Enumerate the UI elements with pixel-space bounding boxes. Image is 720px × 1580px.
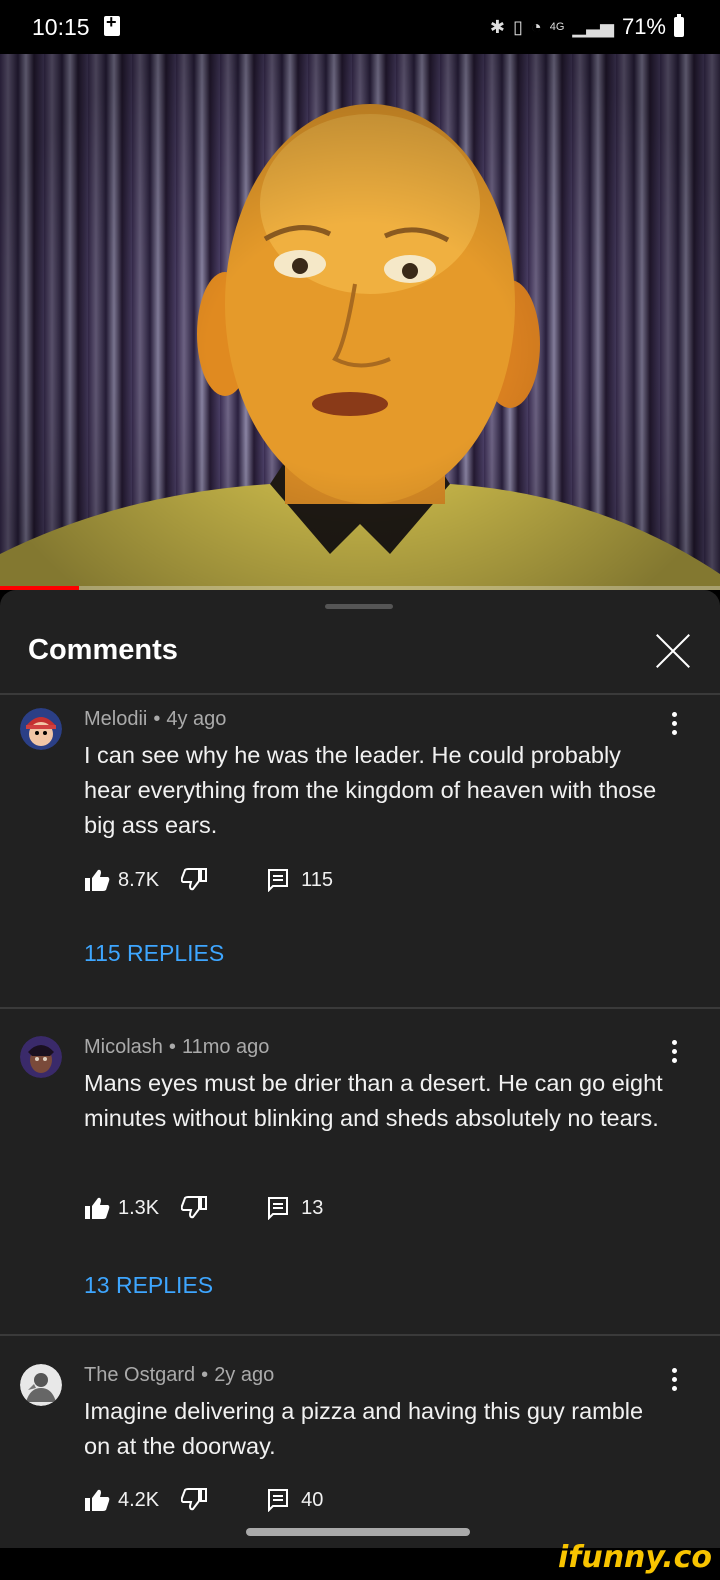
reply-count: 13 (301, 1196, 324, 1219)
watermark: ifunny.co (558, 1540, 712, 1575)
video-player[interactable] (0, 54, 720, 590)
divider (0, 1334, 720, 1336)
thumbs-down-icon (181, 1488, 208, 1511)
reply-button[interactable]: 40 (267, 1488, 323, 1512)
signal-icon: ▁▃▅ (572, 16, 614, 37)
status-icons: ✱ ▯ ◔ 4G ▁▃▅ 71% (490, 14, 684, 40)
thumbs-down-icon (181, 1196, 208, 1219)
comment-meta: Melodii • 4y ago (84, 708, 227, 730)
comment-age: 2y ago (214, 1364, 275, 1386)
comment-item: Melodii • 4y ago I can see why he was the … (0, 694, 720, 1007)
network-type: 4G (549, 21, 565, 33)
comment-icon (268, 1197, 289, 1220)
vibrate-icon: ▯ (512, 16, 523, 37)
comment-text: I can see why he was the leader. He coul… (84, 742, 657, 838)
reply-count: 40 (301, 1488, 324, 1511)
comment-icon (268, 869, 289, 892)
reply-button[interactable]: 115 (267, 868, 333, 892)
comment-author[interactable]: The Ostgard (84, 1364, 195, 1386)
reply-count: 115 (301, 868, 334, 891)
status-time: 10:15 (32, 14, 90, 40)
comments-panel: Comments Melodii • 4y ago I can see why he… (0, 590, 720, 1548)
panel-title: Comments (28, 634, 178, 666)
like-button[interactable]: 8.7K (84, 868, 159, 892)
thumbs-up-icon (85, 1197, 110, 1219)
comment-age: 4y ago (166, 708, 227, 730)
avatar[interactable] (20, 1036, 62, 1078)
comment-text: Mans eyes must be drier than a desert. H… (84, 1070, 663, 1131)
like-count: 4.2K (118, 1488, 160, 1511)
comment-text: Imagine delivering a pizza and having th… (84, 1398, 644, 1459)
comment-meta: The Ostgard • 2y ago (84, 1364, 275, 1386)
comment-meta: Micolash • 11mo ago (84, 1036, 270, 1058)
view-replies-link[interactable]: 115 REPLIES (84, 940, 224, 967)
comment-item: The Ostgard • 2y ago Imagine delivering a … (0, 1350, 720, 1548)
close-icon[interactable] (652, 630, 694, 672)
home-indicator[interactable] (246, 1528, 470, 1536)
dislike-button[interactable] (181, 868, 208, 892)
comment-actions: 8.7K 115 (84, 868, 333, 892)
comment-actions: 4.2K 40 (84, 1488, 323, 1512)
thumbs-up-icon (85, 1489, 110, 1511)
notification-icon (104, 12, 120, 36)
bluetooth-icon: ✱ (489, 16, 505, 37)
comment-author[interactable]: Micolash (84, 1036, 163, 1058)
comment-age: 11mo ago (181, 1036, 270, 1058)
battery-percent: 71% (621, 14, 666, 39)
like-button[interactable]: 4.2K (84, 1488, 159, 1512)
avatar[interactable] (20, 708, 62, 750)
drag-handle[interactable] (325, 604, 393, 609)
video-vignette (0, 54, 720, 590)
wifi-icon: ◔ (530, 16, 542, 37)
thumbs-up-icon (85, 869, 110, 891)
like-button[interactable]: 1.3K (84, 1196, 159, 1220)
dislike-button[interactable] (181, 1488, 208, 1512)
comment-actions: 1.3K 13 (84, 1196, 323, 1220)
battery-icon (674, 14, 684, 37)
like-count: 8.7K (118, 868, 160, 891)
comment-icon (268, 1489, 289, 1512)
avatar[interactable] (20, 1364, 62, 1406)
comment-item: Micolash • 11mo ago Mans eyes must be drie… (0, 1022, 720, 1333)
thumbs-down-icon (181, 868, 208, 891)
dislike-button[interactable] (181, 1196, 208, 1220)
view-replies-link[interactable]: 13 REPLIES (84, 1272, 213, 1299)
like-count: 1.3K (118, 1196, 160, 1219)
divider (0, 1007, 720, 1009)
comment-author[interactable]: Melodii (84, 708, 147, 730)
reply-button[interactable]: 13 (267, 1196, 323, 1220)
status-bar: 10:15 ✱ ▯ ◔ 4G ▁▃▅ 71% (0, 0, 720, 54)
